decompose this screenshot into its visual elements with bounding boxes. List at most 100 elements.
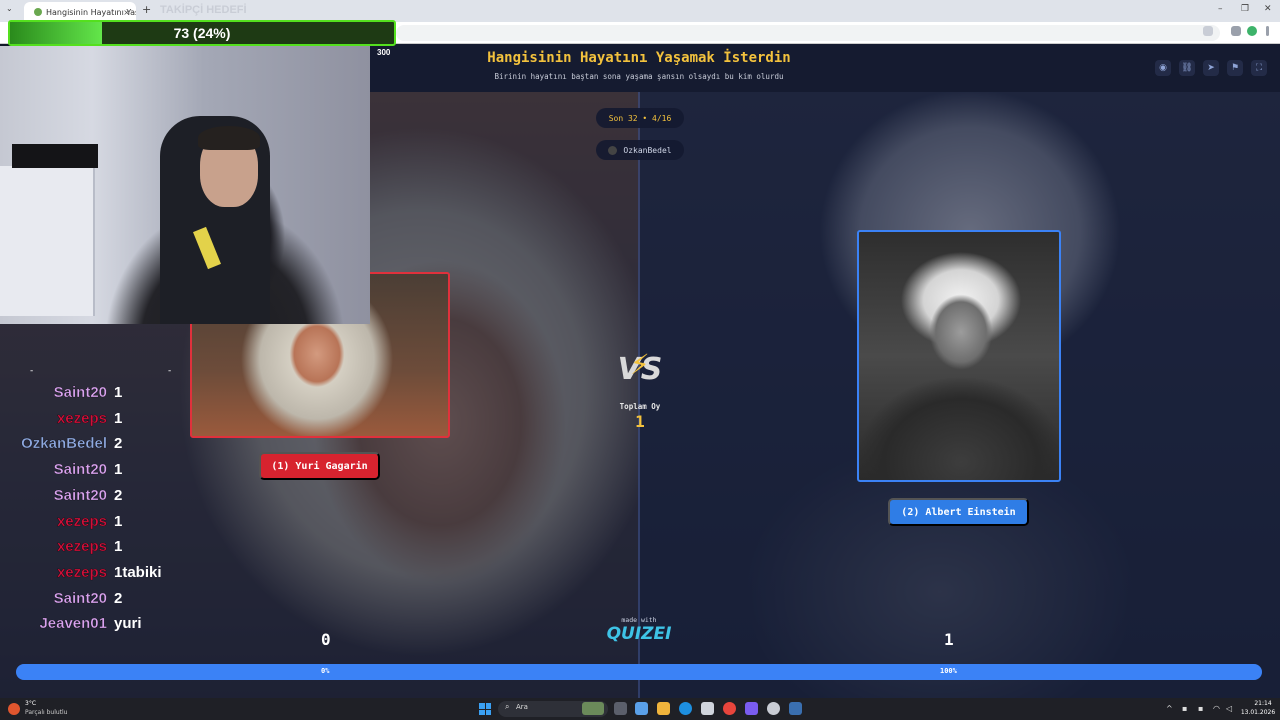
chat-username: Saint20 (53, 486, 107, 504)
start-icon[interactable] (479, 703, 491, 715)
round-indicator: Son 32 • 4/16 (596, 108, 684, 128)
chat-message: OzkanBedel 2 (0, 435, 185, 459)
send-icon[interactable]: ➤ (1203, 60, 1219, 76)
chat-text: 2 (114, 435, 123, 453)
chat-username: xezeps (56, 563, 107, 581)
chat-username: Saint20 (53, 589, 107, 607)
chat-divider-right: - (168, 366, 172, 376)
made-with-label: made with (621, 616, 657, 624)
restore-button[interactable]: ❐ (1241, 4, 1249, 14)
player-avatar (608, 145, 618, 155)
taskbar-search-placeholder: Ara (516, 703, 528, 711)
tray-chevron-icon[interactable]: ^ (1166, 704, 1173, 713)
minimize-button[interactable]: – (1218, 4, 1223, 14)
total-votes-label: Toplam Oy (619, 402, 661, 411)
clock-date[interactable]: 13.01.2026 (1238, 709, 1278, 716)
chat-text: 1 (114, 409, 123, 427)
wifi-icon[interactable]: ◠ (1213, 704, 1220, 713)
url-field[interactable] (396, 25, 1220, 41)
browser-menu-icon[interactable] (1266, 26, 1269, 36)
webcam-router (12, 144, 98, 168)
streamer-hair (198, 126, 260, 150)
weather-icon[interactable] (8, 703, 20, 715)
close-window-button[interactable]: ✕ (1264, 4, 1272, 14)
obs-icon[interactable] (767, 702, 780, 715)
total-votes-value: 1 (635, 412, 645, 431)
volume-icon[interactable]: ◁ (1226, 704, 1232, 713)
left-score: 0 (321, 630, 331, 649)
chat-username: Jeaven01 (39, 615, 107, 633)
extensions-icon[interactable] (1231, 26, 1241, 36)
chat-text: 1tabiki (114, 563, 162, 581)
chat-text: 1 (114, 384, 123, 401)
microphone-tray-icon[interactable]: ▪ (1198, 704, 1203, 713)
file-explorer-icon[interactable] (657, 702, 670, 715)
right-result-fill (16, 664, 1262, 680)
search-highlight-icon[interactable] (582, 702, 604, 715)
chat-divider-left: - (30, 366, 34, 376)
store-icon[interactable] (701, 702, 714, 715)
chat-username: xezeps (56, 512, 107, 530)
right-choice-image[interactable] (857, 230, 1061, 482)
chat-username: OzkanBedel (21, 435, 107, 453)
player-badge: OzkanBedel (596, 140, 684, 160)
chat-text: 1 (114, 538, 123, 556)
bookmark-star-icon[interactable] (1203, 26, 1213, 36)
task-view-icon[interactable] (614, 702, 627, 715)
center-divider (638, 92, 640, 698)
quiz-title: Hangisinin Hayatını Yaşamak İsterdin (487, 50, 791, 66)
left-percent-label: 0% (321, 667, 330, 675)
favicon-icon (34, 8, 42, 16)
chat-username: xezeps (56, 409, 107, 427)
fullscreen-icon[interactable]: ⛶ (1251, 60, 1267, 76)
chat-message: xezeps 1 (0, 512, 185, 537)
chat-text: 2 (114, 589, 123, 607)
browser-tab[interactable]: Hangisinin Hayatını Yaşamak İs × (24, 2, 136, 22)
webcam-overlay (0, 46, 370, 324)
weather-temperature: 3°C (25, 700, 37, 707)
chat-text: 2 (114, 486, 123, 504)
tab-list-icon[interactable]: ⌄ (6, 4, 13, 13)
chat-message: Saint20 1 (0, 461, 185, 485)
follower-goal-bar: 73 (24%) (8, 20, 396, 46)
screen: ⌄ Hangisinin Hayatını Yaşamak İs × + – ❐… (0, 0, 1280, 720)
lightning-icon: ⚡ (630, 348, 650, 381)
left-choice-button[interactable]: (1) Yuri Gagarin (259, 452, 380, 480)
chat-message: xezeps 1tabiki (0, 564, 185, 588)
result-bar (16, 664, 1262, 680)
eye-icon[interactable]: ◉ (1155, 60, 1171, 76)
flag-icon[interactable]: ⚑ (1227, 60, 1243, 76)
chrome-icon[interactable] (723, 702, 736, 715)
chat-username: xezeps (56, 538, 107, 556)
chat-message: Saint20 2 (0, 487, 185, 511)
webcam-drawer (0, 166, 95, 316)
link-icon[interactable]: ⛓ (1179, 60, 1195, 76)
edge-icon[interactable] (679, 702, 692, 715)
steam-icon[interactable] (789, 702, 802, 715)
follower-goal-text: 73 (24%) (173, 25, 231, 41)
right-score: 1 (944, 630, 954, 649)
copilot-icon[interactable] (635, 702, 648, 715)
follower-goal-title: TAKİPÇİ HEDEFİ (160, 4, 247, 16)
chat-text: yuri (114, 615, 142, 633)
chat-message: Saint20 2 (0, 589, 185, 614)
right-choice-button[interactable]: (2) Albert Einstein (888, 498, 1029, 526)
tray-app-icon[interactable]: ▪ (1182, 704, 1187, 713)
new-tab-button[interactable]: + (142, 3, 151, 16)
follower-goal-target: 300 (377, 48, 391, 57)
discord-icon[interactable] (745, 702, 758, 715)
clock-time[interactable]: 21:14 (1246, 700, 1280, 707)
chat-text: 1 (114, 512, 123, 530)
chat-text: 1 (114, 461, 123, 479)
brand-logo[interactable]: QUIZEI (604, 624, 674, 644)
chat-message: xezeps 1 (0, 410, 185, 434)
weather-description: Parçalı bulutlu (25, 709, 68, 716)
chat-username: Saint20 (53, 384, 107, 401)
profile-avatar-icon[interactable] (1247, 26, 1257, 36)
chat-message: Saint20 1 (0, 384, 185, 408)
quiz-subtitle: Birinin hayatını baştan sona yaşama şans… (494, 72, 784, 81)
chat-message: Jeaven01 yuri (0, 615, 185, 639)
tab-close-icon[interactable]: × (123, 8, 130, 17)
player-name: OzkanBedel (623, 145, 672, 155)
taskbar: 3°C Parçalı bulutlu ⌕ Ara ^ ▪ ▪ ◠ ◁ 21:1… (0, 698, 1280, 720)
